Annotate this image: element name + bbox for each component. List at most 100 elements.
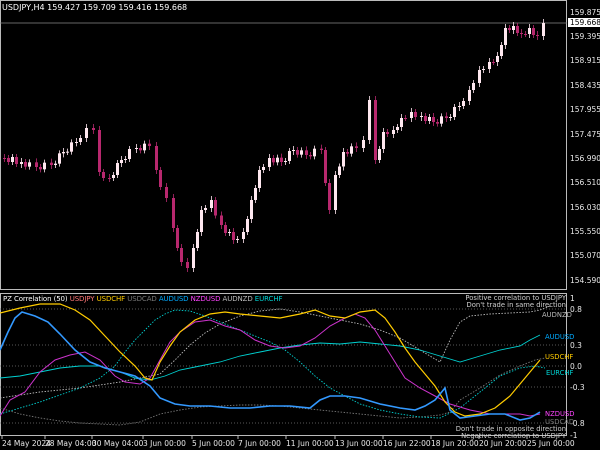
candle-body: [258, 170, 261, 188]
arrow-icon: [4, 4, 12, 9]
candle-body: [508, 28, 511, 30]
tag-audusd: AUDUSD: [545, 333, 575, 341]
candle-body: [432, 117, 435, 122]
candle-body: [210, 200, 213, 208]
date-axis-label: 16 Jun 22:00: [383, 439, 431, 448]
candle-body: [92, 128, 95, 130]
candle-body: [296, 150, 299, 155]
date-axis-label: 28 May 04:00: [45, 439, 97, 448]
correlation-lines: [0, 303, 551, 426]
price-axis-label: 159.395: [570, 32, 600, 41]
candle-body: [116, 163, 119, 175]
series-name-audnzd: AUDNZD: [222, 295, 255, 303]
price-axis-label: 154.590: [570, 276, 600, 285]
candle-body: [420, 116, 423, 117]
series-name-usdcad: USDCAD: [127, 295, 159, 303]
date-axis-label: 25 Jun 00:00: [527, 439, 575, 448]
candle-body: [468, 90, 471, 101]
candle-body: [374, 100, 377, 160]
candle-body: [382, 132, 385, 149]
candle-body: [386, 132, 389, 134]
candle-body: [228, 232, 231, 233]
candle-body: [135, 148, 138, 149]
candle-body: [462, 101, 465, 106]
candle-body: [102, 172, 105, 178]
candle-body: [7, 158, 10, 162]
line-nzdusd: [0, 313, 541, 417]
series-name-nzdusd: NZDUSD: [190, 295, 223, 303]
candle-body: [58, 153, 61, 164]
price-axis-label: 159.875: [570, 8, 600, 17]
candle-body: [328, 183, 331, 210]
candle-body: [180, 248, 183, 262]
candle-body: [532, 28, 535, 35]
candle-body: [165, 187, 168, 198]
candle-body: [400, 118, 403, 127]
series-name-eurchf: EURCHF: [254, 295, 283, 303]
price-axis-label: 156.990: [570, 154, 600, 163]
candle-body: [496, 56, 499, 62]
candle-body: [428, 117, 431, 121]
price-panel-frame: [0, 0, 567, 290]
date-axis-label: 3 Jun 00:00: [143, 439, 186, 448]
candle-body: [516, 26, 519, 33]
candle-body: [449, 117, 452, 118]
candle-body: [396, 127, 399, 130]
candle-body: [440, 116, 443, 124]
candle-body: [300, 150, 303, 155]
price-axis-label: 156.510: [570, 178, 600, 187]
tag-audnzd: AUDNZD: [542, 311, 572, 319]
candle-body: [542, 23, 545, 36]
candle-body: [20, 162, 23, 164]
date-axis-label: 7 Jun 00:00: [238, 439, 281, 448]
candle-body: [458, 106, 461, 107]
candle-body: [346, 152, 349, 154]
candle-body: [368, 100, 371, 140]
candle-body: [172, 198, 175, 228]
candle-body: [262, 167, 265, 170]
candle-body: [159, 170, 162, 187]
candle-body: [254, 188, 257, 200]
candle-body: [139, 148, 142, 151]
price-axis-label: 156.030: [570, 203, 600, 212]
level-label-0.3: 0.3: [570, 341, 582, 350]
candle-body: [250, 200, 253, 219]
candle-body: [242, 232, 245, 239]
chart-canvas[interactable]: [0, 0, 600, 450]
candle-body: [236, 239, 239, 240]
candle-body: [214, 200, 217, 216]
candle-body: [196, 232, 199, 248]
same-direction-note: Don't trade in same direction: [466, 301, 567, 309]
symbol-header: USDJPY,H4 159.427 159.709 159.416 159.66…: [2, 3, 188, 12]
candle-body: [284, 161, 287, 162]
candle-body: [334, 175, 337, 210]
price-axis-label: 158.435: [570, 81, 600, 90]
line-eurchf: [0, 309, 546, 419]
candle-body: [98, 130, 101, 172]
candle-body: [362, 140, 365, 148]
candle-body: [176, 228, 179, 248]
candle-body: [500, 45, 503, 56]
date-axis-label: 11 Jun 00:00: [286, 439, 334, 448]
candle-body: [11, 157, 14, 162]
candle-body: [342, 152, 345, 167]
tag-eurchf: EURCHF: [546, 369, 574, 377]
candle-body: [404, 118, 407, 119]
date-axis-label: 18 Jun 20:00: [431, 439, 479, 448]
candle-body: [79, 138, 82, 142]
candle-body: [504, 28, 507, 45]
candle-body: [445, 116, 448, 118]
level-label-1: 1: [570, 294, 575, 303]
current-price-tag: 159.668: [568, 18, 600, 27]
candle-body: [309, 155, 312, 157]
level-label-minus-0.3: -0.3: [570, 383, 585, 392]
candle-body: [148, 143, 151, 146]
candle-body: [268, 158, 271, 167]
candle-body: [232, 232, 235, 240]
candle-body: [15, 157, 18, 164]
candle-body: [488, 62, 491, 69]
candle-body: [324, 150, 327, 183]
candle-body: [472, 83, 475, 90]
candle-body: [246, 219, 249, 232]
candle-body: [192, 248, 195, 268]
